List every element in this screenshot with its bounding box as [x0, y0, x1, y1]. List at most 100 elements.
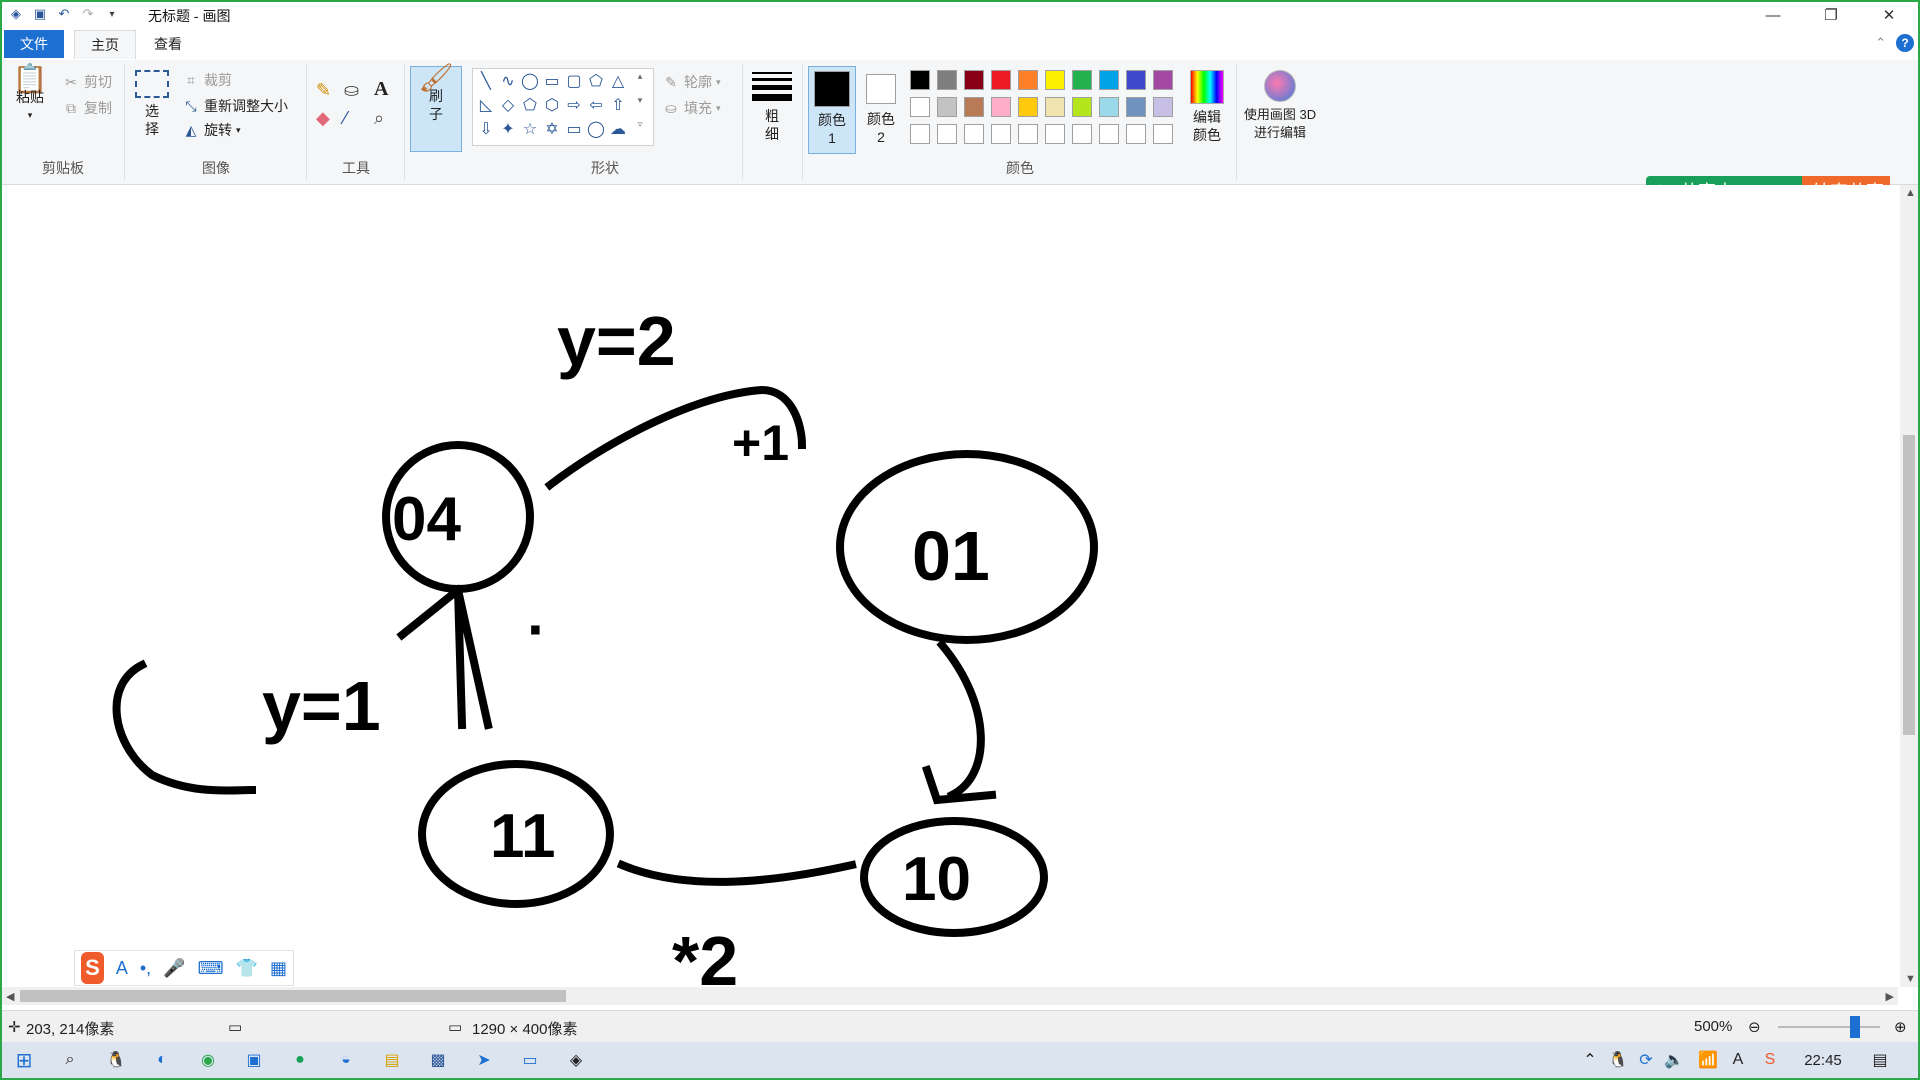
palette-swatch[interactable] [910, 70, 930, 90]
right-arrow-shape-icon[interactable]: ⇨ [563, 95, 585, 115]
scroll-left-icon[interactable]: ◀ [6, 990, 14, 1003]
vertical-scrollbar[interactable]: ▲ ▼ [1900, 185, 1918, 987]
crop-button[interactable]: ⌗ 裁剪 [182, 70, 232, 90]
app-arrow-icon[interactable]: ➤ [472, 1048, 496, 1072]
palette-swatch[interactable] [1045, 124, 1065, 144]
triangle-shape-icon[interactable]: △ [607, 71, 629, 91]
punctuation-icon[interactable]: •, [140, 958, 151, 979]
rounded-rectangle-shape-icon[interactable]: ▢ [563, 71, 585, 91]
scroll-up-icon[interactable]: ▲ [1905, 187, 1916, 199]
up-arrow-shape-icon[interactable]: ⇧ [607, 95, 629, 115]
hexagon-shape-icon[interactable]: ⬡ [541, 95, 563, 115]
drawing-canvas[interactable]: y=2 04 01 11 10 y=1 +1 *2 · S A •, 🎤 ⌨ 👕… [2, 185, 1898, 987]
palette-swatch[interactable] [1072, 70, 1092, 90]
rotate-button[interactable]: ◭ 旋转 ▾ [182, 120, 241, 140]
callout-cloud-icon[interactable]: ☁ [607, 119, 629, 139]
redo-icon[interactable]: ↷ [80, 6, 96, 22]
horizontal-scrollbar[interactable]: ◀ ▶ [2, 987, 1898, 1005]
palette-swatch[interactable] [1045, 70, 1065, 90]
shapes-scroll-down-icon[interactable]: ▾ [629, 95, 651, 106]
file-explorer-icon[interactable]: ▤ [380, 1048, 404, 1072]
paint3d-button[interactable]: 使用画图 3D 进行编辑 [1242, 66, 1318, 142]
palette-swatch[interactable] [1099, 124, 1119, 144]
palette-swatch[interactable] [937, 70, 957, 90]
palette-swatch[interactable] [991, 70, 1011, 90]
cut-button[interactable]: ✂ 剪切 [62, 72, 112, 92]
zoom-slider-thumb[interactable] [1850, 1016, 1860, 1038]
tray-qq-icon[interactable]: 🐧 [1606, 1048, 1630, 1072]
ime-tray-icon[interactable]: A [1726, 1048, 1750, 1072]
undo-icon[interactable]: ↶ [56, 6, 72, 22]
keyboard-icon[interactable]: ⌨ [198, 958, 224, 979]
shapes-expand-icon[interactable]: ▿ [629, 119, 651, 130]
rectangle-shape-icon[interactable]: ▭ [541, 71, 563, 91]
sogou-logo[interactable]: S [81, 952, 104, 984]
fill-button[interactable]: ⛀ 填充 ▾ [662, 98, 720, 118]
browser-icon[interactable]: ◒ [334, 1048, 358, 1072]
tab-view[interactable]: 查看 [138, 30, 198, 58]
line-shape-icon[interactable]: ╲ [475, 71, 497, 91]
palette-swatch[interactable] [1153, 124, 1173, 144]
diamond-shape-icon[interactable]: ◇ [497, 95, 519, 115]
tab-home[interactable]: 主页 [74, 30, 136, 59]
palette-swatch[interactable] [1153, 97, 1173, 117]
shapes-gallery[interactable]: ╲ ∿ ◯ ▭ ▢ ⬠ △ ◺ ◇ ⬠ ⬡ ⇨ ⇦ ⇧ ⇩ ✦ ☆ ✡ ▭ ◯ … [472, 68, 654, 146]
palette-swatch[interactable] [1126, 124, 1146, 144]
palette-swatch[interactable] [1126, 97, 1146, 117]
zoom-in-icon[interactable]: ⊕ [1894, 1018, 1907, 1036]
pentagon-shape-icon[interactable]: ⬠ [519, 95, 541, 115]
microphone-icon[interactable]: 🎤 [163, 958, 185, 979]
six-point-star-icon[interactable]: ✡ [541, 119, 563, 139]
palette-swatch[interactable] [1099, 97, 1119, 117]
palette-swatch[interactable] [1072, 97, 1092, 117]
meeting-icon[interactable]: ▭ [518, 1048, 542, 1072]
palette-swatch[interactable] [937, 97, 957, 117]
palette-swatch[interactable] [1045, 97, 1065, 117]
palette-swatch[interactable] [964, 70, 984, 90]
palette-swatch[interactable] [910, 124, 930, 144]
edge-icon[interactable]: ◐ [150, 1048, 174, 1072]
sogou-tray-icon[interactable]: S [1758, 1048, 1782, 1072]
search-icon[interactable]: ⌕ [58, 1048, 82, 1072]
close-button[interactable]: ✕ [1860, 2, 1918, 28]
horizontal-scroll-thumb[interactable] [20, 990, 566, 1002]
curve-shape-icon[interactable]: ∿ [497, 71, 519, 91]
zoom-slider[interactable] [1778, 1026, 1880, 1028]
color1-button[interactable]: 颜色 1 [808, 66, 856, 154]
clock[interactable]: 22:45 [1798, 1048, 1848, 1072]
palette-swatch[interactable] [1018, 97, 1038, 117]
right-triangle-shape-icon[interactable]: ◺ [475, 95, 497, 115]
app-green-icon[interactable]: ● [288, 1048, 312, 1072]
minimize-button[interactable]: — [1744, 2, 1802, 28]
palette-swatch[interactable] [1153, 70, 1173, 90]
down-arrow-shape-icon[interactable]: ⇩ [475, 119, 497, 139]
palette-swatch[interactable] [1072, 124, 1092, 144]
copy-button[interactable]: ⧉ 复制 [62, 98, 112, 118]
text-tool-icon[interactable]: A [374, 78, 388, 101]
app-blue-icon[interactable]: ▩ [426, 1048, 450, 1072]
collapse-ribbon-icon[interactable]: ⌃ [1875, 35, 1886, 51]
network-icon[interactable]: 📶 [1696, 1048, 1720, 1072]
ime-mode-icon[interactable]: A [116, 958, 128, 979]
size-button[interactable]: 粗细 [748, 68, 796, 143]
callout-oval-icon[interactable]: ◯ [585, 119, 607, 139]
eraser-icon[interactable]: ◆ [316, 108, 330, 129]
save-icon[interactable]: ▣ [32, 6, 48, 22]
shapes-scroll-up-icon[interactable]: ▴ [629, 71, 651, 82]
tray-sync-icon[interactable]: ⟳ [1634, 1048, 1658, 1072]
scroll-right-icon[interactable]: ▶ [1886, 990, 1894, 1003]
qat-dropdown-icon[interactable]: ▾ [104, 6, 120, 22]
paste-button[interactable]: 📋 粘贴 ▾ [10, 65, 50, 124]
paint-taskbar-icon[interactable]: ◈ [564, 1048, 588, 1072]
brush-button[interactable]: 🖌 刷子 [410, 64, 462, 152]
palette-swatch[interactable] [1018, 124, 1038, 144]
tray-expand-icon[interactable]: ⌃ [1578, 1048, 1602, 1072]
wechat-icon[interactable]: ◉ [196, 1048, 220, 1072]
zoom-out-icon[interactable]: ⊖ [1748, 1018, 1761, 1036]
outline-button[interactable]: ✎ 轮廓 ▾ [662, 72, 720, 92]
toolbox-icon[interactable]: ▦ [270, 958, 287, 979]
notification-icon[interactable]: ▤ [1868, 1048, 1892, 1072]
select-button[interactable]: 选择 [134, 70, 170, 138]
resize-button[interactable]: ⤡ 重新调整大小 [182, 96, 288, 116]
tab-file[interactable]: 文件 [4, 30, 64, 58]
